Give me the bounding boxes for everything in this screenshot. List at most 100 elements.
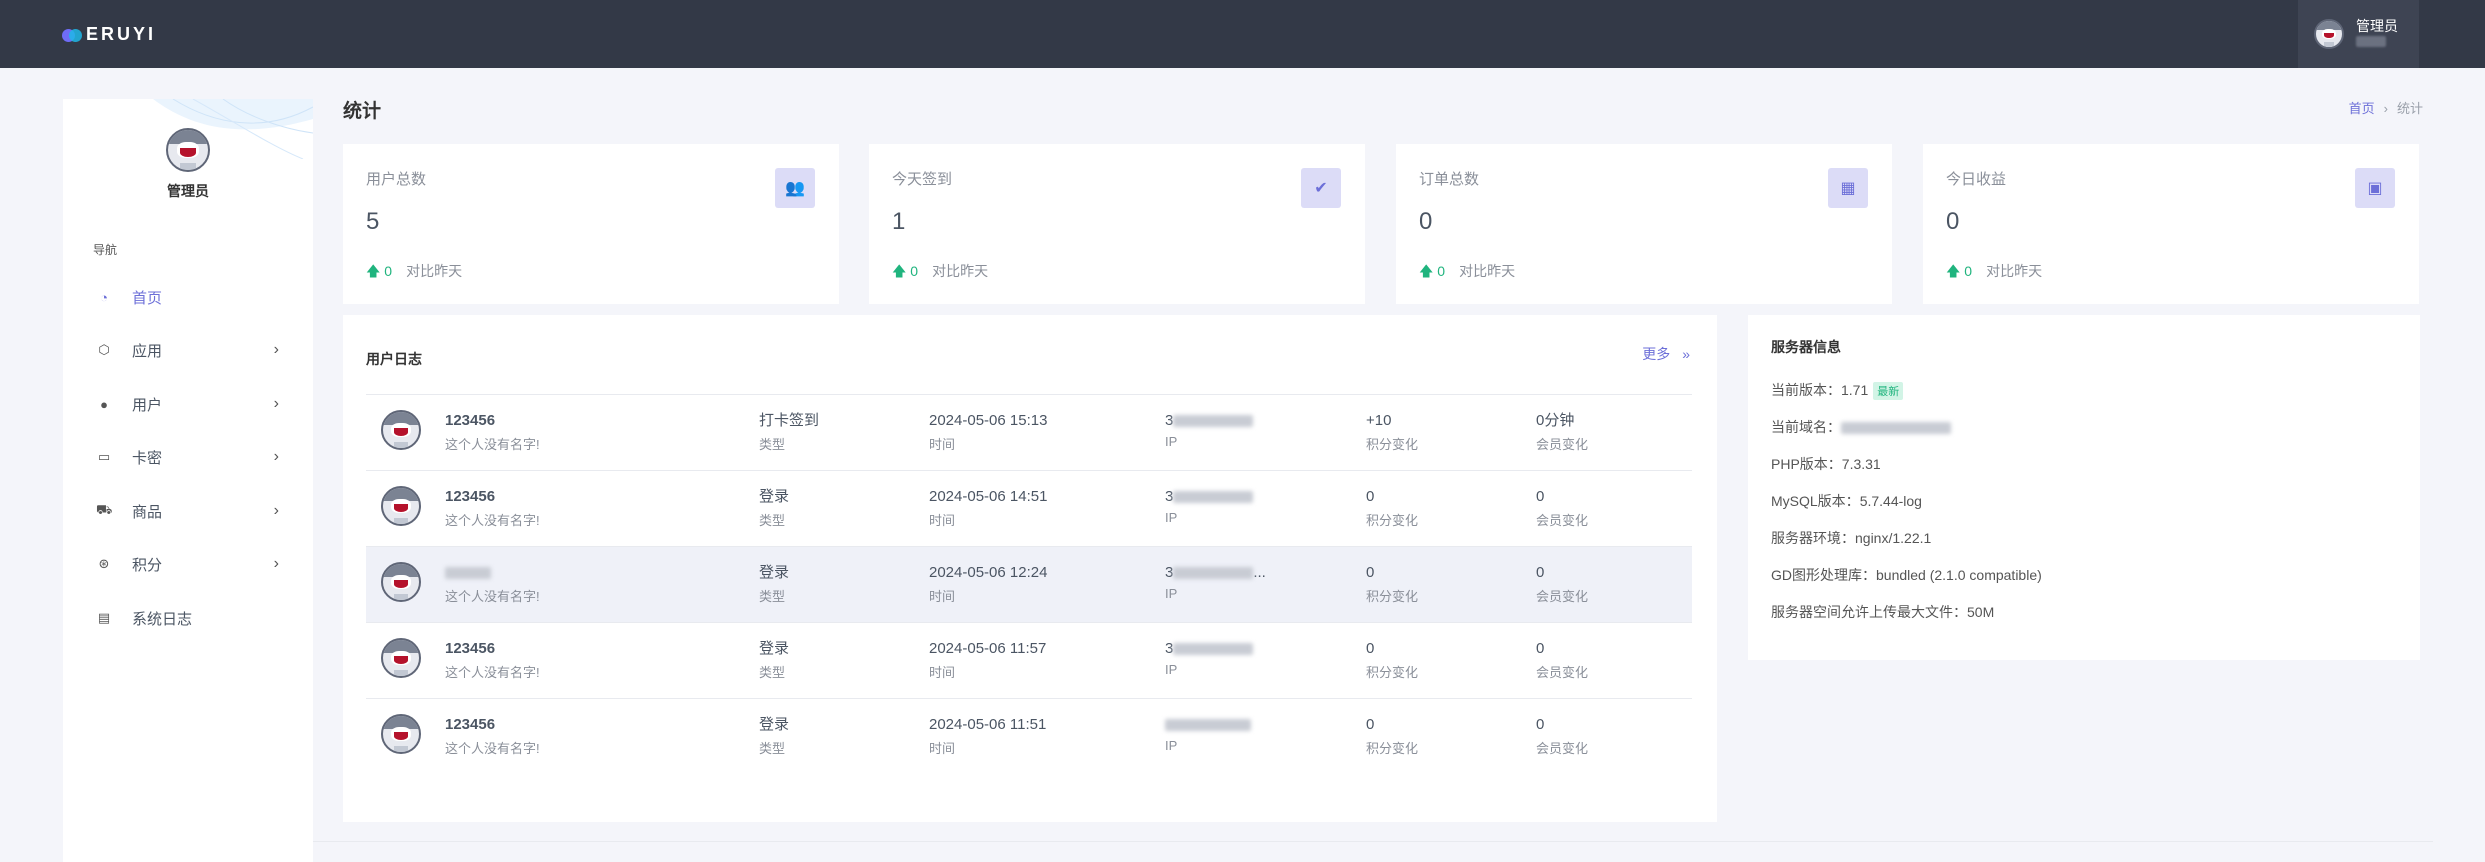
log-member: 0 会员变化 bbox=[1536, 562, 1588, 605]
stat-value: 0 bbox=[1419, 208, 1433, 235]
ip-prefix: 3 bbox=[1165, 412, 1174, 429]
log-ip-label: IP bbox=[1165, 662, 1178, 677]
log-member-value: 0 bbox=[1536, 488, 1545, 505]
sidebar-item-label: 应用 bbox=[132, 342, 163, 360]
sidebar-item-label: 卡密 bbox=[132, 449, 163, 467]
log-type-label: 类型 bbox=[759, 665, 786, 680]
log-points-value: 0 bbox=[1366, 564, 1375, 581]
stat-change-value: 0 bbox=[1437, 263, 1446, 279]
redacted-name bbox=[445, 567, 491, 580]
log-ip-label: IP bbox=[1165, 738, 1178, 753]
log-time-value: 2024-05-06 15:13 bbox=[929, 412, 1048, 429]
breadcrumb-home-link[interactable]: 首页 bbox=[2349, 101, 2375, 116]
log-time-label: 时间 bbox=[929, 741, 956, 756]
user-role-redacted bbox=[2356, 36, 2386, 47]
info-label: 当前域名： bbox=[1771, 419, 1841, 435]
log-type-value: 登录 bbox=[759, 564, 790, 581]
stat-value: 0 bbox=[1946, 208, 1960, 235]
stat-change-value: 0 bbox=[384, 263, 393, 279]
table-row[interactable]: 123456 这个人没有名字! 打卡签到 类型 2024-05-06 15:13 时间 3 I… bbox=[366, 394, 1692, 470]
log-points: 0 积分变化 bbox=[1366, 562, 1418, 605]
logo[interactable]: ERUYI bbox=[62, 24, 156, 45]
user-name: 管理员 bbox=[2356, 18, 2398, 34]
stat-value: 1 bbox=[892, 208, 906, 235]
redacted-ip bbox=[1173, 491, 1254, 504]
info-value: 50M bbox=[1967, 604, 1995, 620]
log-ip: 3 IP bbox=[1165, 410, 1254, 449]
log-points-label: 积分变化 bbox=[1366, 741, 1419, 756]
more-link[interactable]: 更多 » bbox=[1642, 344, 1690, 364]
avatar bbox=[2314, 19, 2344, 49]
log-type-value: 打卡签到 bbox=[759, 412, 820, 429]
log-time-value: 2024-05-06 11:51 bbox=[929, 716, 1047, 733]
log-user: 123456 这个人没有名字! bbox=[445, 410, 540, 453]
card-title: 用户日志 bbox=[366, 351, 422, 367]
log-points-value: 0 bbox=[1366, 716, 1375, 733]
log-ip-label: IP bbox=[1165, 434, 1178, 449]
money-icon: ▣ bbox=[2355, 168, 2395, 208]
log-points-value: +10 bbox=[1366, 412, 1392, 429]
sidebar: 管理员 导航 ◔ 首页 ⬡ 应用 › ● 用户 › ▭ 卡密 › ⛟ 商品 › … bbox=[63, 99, 313, 862]
stat-change: 🡅 0 对比昨天 bbox=[1946, 263, 2043, 279]
sidebar-item-home[interactable]: ◔ 首页 bbox=[63, 277, 313, 317]
log-user-bio: 这个人没有名字! bbox=[445, 665, 540, 680]
log-user-name: 123456 bbox=[445, 488, 496, 505]
sidebar-item-products[interactable]: ⛟ 商品 › bbox=[63, 491, 313, 531]
table-row[interactable]: 123456 这个人没有名字! 登录 类型 2024-05-06 14:51 时间 3 IP 0… bbox=[366, 470, 1692, 546]
log-ip-label: IP bbox=[1165, 510, 1178, 525]
log-user-bio: 这个人没有名字! bbox=[445, 437, 540, 452]
user-check-icon: ✔ bbox=[1301, 168, 1341, 208]
stat-change-value: 0 bbox=[910, 263, 919, 279]
ip-prefix: 3 bbox=[1165, 564, 1174, 581]
log-user-bio: 这个人没有名字! bbox=[445, 589, 540, 604]
log-member-label: 会员变化 bbox=[1536, 741, 1589, 756]
log-ip-value: 3 bbox=[1165, 410, 1254, 432]
log-member-value: 0 bbox=[1536, 640, 1545, 657]
server-info-card: 服务器信息 当前版本：1.71 最新 当前域名： PHP版本：7.3.31 MyS… bbox=[1748, 315, 2420, 660]
stat-label: 订单总数 bbox=[1419, 171, 1480, 188]
stat-label: 今日收益 bbox=[1946, 171, 2007, 188]
stat-label: 用户总数 bbox=[366, 171, 427, 188]
log-member-value: 0分钟 bbox=[1536, 412, 1575, 429]
log-type-label: 类型 bbox=[759, 589, 786, 604]
user-menu[interactable]: 管理员 bbox=[2298, 0, 2419, 68]
log-ip-label: IP bbox=[1165, 586, 1178, 601]
sidebar-item-apps[interactable]: ⬡ 应用 › bbox=[63, 330, 313, 370]
stat-label: 今天签到 bbox=[892, 171, 953, 188]
log-points: +10 积分变化 bbox=[1366, 410, 1418, 453]
latest-badge: 最新 bbox=[1873, 382, 1904, 400]
log-time: 2024-05-06 15:13 时间 bbox=[929, 410, 1047, 453]
avatar bbox=[381, 410, 421, 450]
redacted-ip bbox=[1165, 719, 1251, 732]
info-row-php: PHP版本：7.3.31 bbox=[1771, 454, 1881, 474]
avatar bbox=[381, 562, 421, 602]
table-row[interactable]: 123456 这个人没有名字! 登录 类型 2024-05-06 11:51 时间 IP 0 积… bbox=[366, 698, 1692, 774]
sidebar-item-cards[interactable]: ▭ 卡密 › bbox=[63, 437, 313, 477]
sidebar-item-system-log[interactable]: ▤ 系统日志 bbox=[63, 598, 313, 638]
info-label: PHP版本： bbox=[1771, 456, 1842, 472]
breadcrumb-separator: › bbox=[2383, 101, 2388, 116]
redacted-domain bbox=[1841, 422, 1951, 435]
sidebar-item-users[interactable]: ● 用户 › bbox=[63, 384, 313, 424]
stat-compare-label: 对比昨天 bbox=[406, 263, 463, 279]
sidebar-item-points[interactable]: ⊛ 积分 › bbox=[63, 544, 313, 584]
log-points-value: 0 bbox=[1366, 488, 1375, 505]
sidebar-avatar[interactable] bbox=[166, 128, 210, 172]
chevron-right-icon: › bbox=[273, 395, 279, 412]
log-user-bio: 这个人没有名字! bbox=[445, 513, 540, 528]
log-ip: 3 IP bbox=[1165, 486, 1254, 525]
table-row[interactable]: 这个人没有名字! 登录 类型 2024-05-06 12:24 时间 3... IP 0 积分变… bbox=[366, 546, 1692, 622]
card-icon: ▭ bbox=[97, 449, 111, 464]
log-type-label: 类型 bbox=[759, 513, 786, 528]
logo-icon bbox=[62, 26, 84, 44]
log-points-value: 0 bbox=[1366, 640, 1375, 657]
log-user: 123456 这个人没有名字! bbox=[445, 638, 540, 681]
info-label: 当前版本： bbox=[1771, 382, 1841, 398]
avatar bbox=[381, 486, 421, 526]
log-time-label: 时间 bbox=[929, 665, 956, 680]
log-points: 0 积分变化 bbox=[1366, 486, 1418, 529]
table-row[interactable]: 123456 这个人没有名字! 登录 类型 2024-05-06 11:57 时间 3 IP 0… bbox=[366, 622, 1692, 698]
redacted-ip bbox=[1173, 415, 1254, 428]
log-member: 0 会员变化 bbox=[1536, 638, 1588, 681]
chevron-right-icon: › bbox=[273, 448, 279, 465]
